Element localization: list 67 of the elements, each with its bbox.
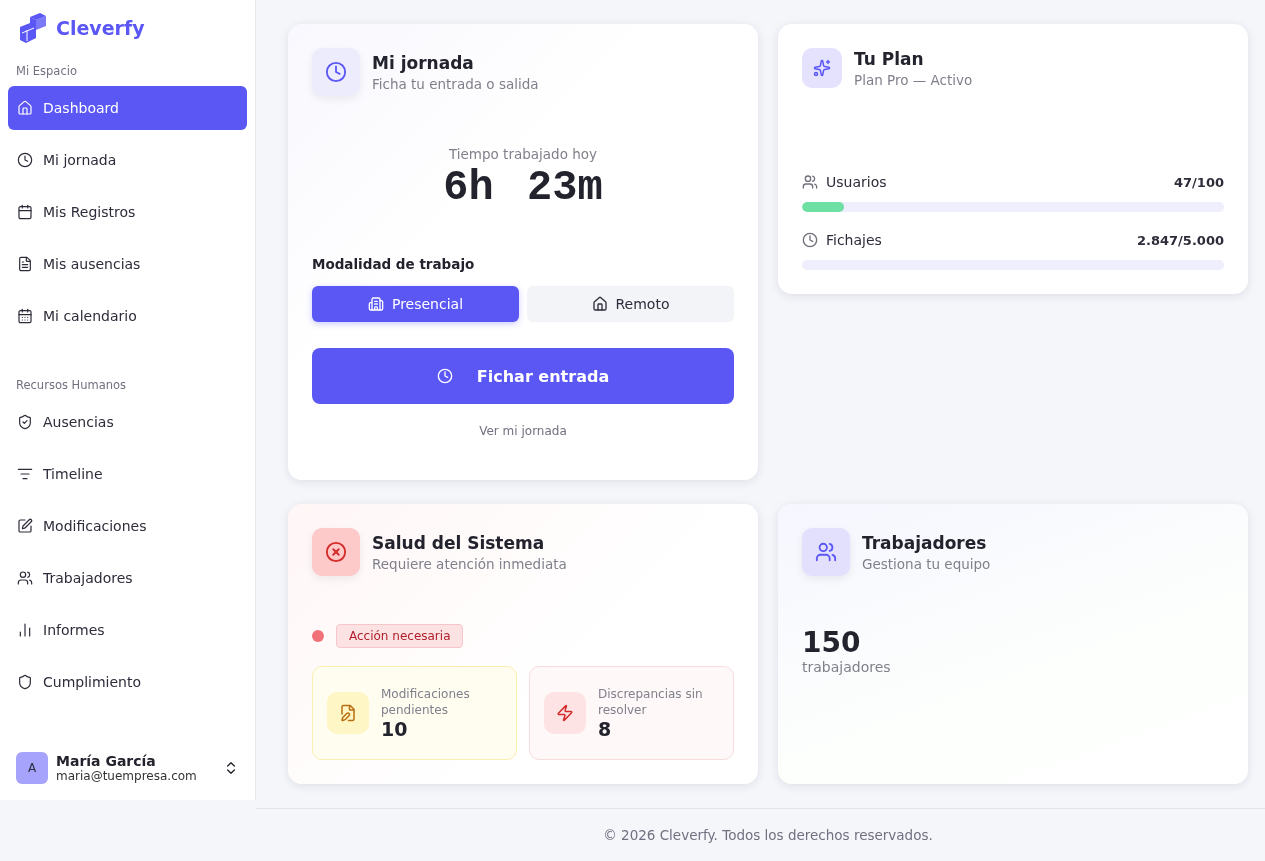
avatar: A <box>16 752 48 784</box>
mode-button[interactable]: Presencial <box>312 286 519 322</box>
shield-check-icon <box>17 414 33 430</box>
lines-icon <box>17 466 33 482</box>
meter-reading: 2.847/5.000 <box>1137 232 1224 248</box>
time-label: Tiempo trabajado hoy <box>447 146 599 162</box>
clock-icon <box>802 232 818 248</box>
calendar-icon <box>17 204 33 220</box>
time-value: 6h 23m <box>442 164 604 212</box>
users-icon <box>802 528 850 576</box>
stat-value: 10 <box>381 718 409 740</box>
nav-item[interactable]: Mis Registros <box>8 190 247 234</box>
nav-item[interactable]: Cumplimiento <box>8 660 247 704</box>
clock-icon <box>312 48 360 96</box>
card-subtitle: Ficha tu entrada o salida <box>372 75 539 92</box>
user-email: maria@tuempresa.com <box>56 769 197 783</box>
nav-item[interactable]: Dashboard <box>8 86 247 130</box>
sparkles-icon <box>802 48 842 88</box>
house-icon <box>591 296 608 312</box>
clock-icon <box>436 368 453 384</box>
nav-item[interactable]: Modificaciones <box>8 504 247 548</box>
nav-item[interactable]: Informes <box>8 608 247 652</box>
view-link[interactable]: Ver mi jornada <box>479 424 567 438</box>
stat-value: 8 <box>598 718 613 740</box>
nav-item[interactable]: Timeline <box>8 452 247 496</box>
nav-item[interactable]: Trabajadores <box>8 556 247 600</box>
meter-reading: 47/100 <box>1174 174 1224 190</box>
lightning-icon <box>544 692 586 734</box>
logo-icon <box>18 13 46 43</box>
nav-item[interactable]: Mi jornada <box>8 138 247 182</box>
status-badge: Acción necesaria <box>336 624 464 648</box>
mode-label: Modalidad de trabajo <box>312 256 476 272</box>
house-icon <box>17 100 33 116</box>
brand-name: Cleverfy <box>56 17 145 39</box>
stat-label: Modificaciones pendientes <box>381 686 471 718</box>
users-icon <box>802 174 818 190</box>
shield-icon <box>17 674 33 690</box>
footer-text: © 2026 Cleverfy. Todos los derechos reservados. <box>256 808 1265 861</box>
clock-icon <box>17 152 33 168</box>
nav-item[interactable]: Mis ausencias <box>8 242 247 286</box>
edit-icon <box>17 518 33 534</box>
file-pen-icon <box>327 692 369 734</box>
mode-button[interactable]: Remoto <box>527 286 734 322</box>
bar-chart-icon <box>17 622 33 638</box>
worker-count: 150 <box>802 626 862 659</box>
stat-label: Discrepancias sin resolver <box>598 686 704 718</box>
calendar-icon <box>17 308 33 324</box>
clock-in-button[interactable]: Fichar entrada <box>312 348 734 404</box>
error-icon <box>312 528 360 576</box>
section-title: Recursos Humanos <box>15 378 128 392</box>
document-icon <box>17 256 33 272</box>
meter-label: Fichajes <box>826 232 882 248</box>
user-name: María García <box>56 753 157 769</box>
card-title: Mi jornada <box>372 52 475 73</box>
nav-item[interactable]: Mi calendario <box>8 294 247 338</box>
card-title: Trabajadores <box>862 532 988 553</box>
users-icon <box>17 570 33 586</box>
section-title: Mi Espacio <box>15 64 78 78</box>
card-title: Tu Plan <box>854 48 925 69</box>
nav-item[interactable]: Ausencias <box>8 400 247 444</box>
card-subtitle: Requiere atención inmediata <box>372 555 567 572</box>
building-icon <box>367 296 384 312</box>
card-title: Salud del Sistema <box>372 532 546 553</box>
worker-unit: trabajadores <box>802 659 892 675</box>
card-subtitle: Plan Pro — Activo <box>854 71 973 88</box>
card-subtitle: Gestiona tu equipo <box>862 555 991 572</box>
meter-label: Usuarios <box>826 174 887 190</box>
